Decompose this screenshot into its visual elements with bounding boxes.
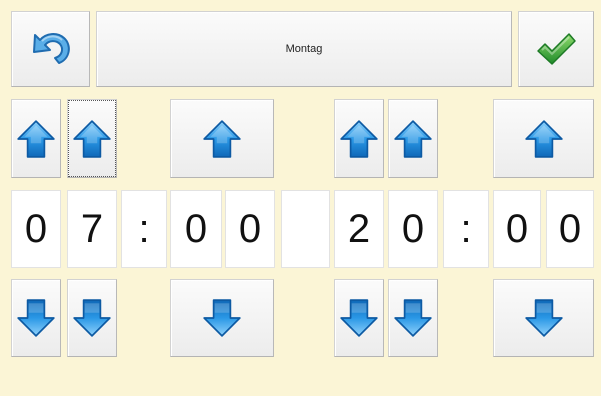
arrow-down-icon — [201, 297, 243, 339]
end-hour-tens-up-button[interactable] — [334, 99, 384, 178]
end-minute-up-button[interactable] — [493, 99, 594, 178]
end-minute-down-button[interactable] — [493, 279, 594, 357]
arrow-down-icon — [15, 297, 57, 339]
start-hour-ones-up-button[interactable] — [67, 99, 117, 178]
arrow-down-icon — [71, 297, 113, 339]
end-hour-ones-up-button[interactable] — [388, 99, 438, 178]
end-hour-ones-down-button[interactable] — [388, 279, 438, 357]
start-hour-tens-down-button[interactable] — [11, 279, 61, 357]
arrow-up-icon — [523, 118, 565, 160]
start-hour-tens-digit: 0 — [11, 190, 61, 268]
day-label: Montag — [285, 43, 323, 55]
arrow-up-icon — [392, 118, 434, 160]
back-button[interactable] — [11, 11, 90, 87]
start-minute-ones-digit: 0 — [225, 190, 275, 268]
arrow-up-icon — [338, 118, 380, 160]
day-title-button[interactable]: Montag — [96, 11, 512, 87]
checkmark-icon — [534, 29, 578, 69]
end-minute-ones-digit: 0 — [546, 190, 594, 268]
end-hour-tens-digit: 2 — [334, 190, 384, 268]
time-range-spacer — [281, 190, 330, 268]
arrow-up-icon — [201, 118, 243, 160]
end-minute-tens-digit: 0 — [493, 190, 541, 268]
start-minute-up-button[interactable] — [170, 99, 274, 178]
start-time-separator: : — [121, 190, 167, 268]
start-minute-down-button[interactable] — [170, 279, 274, 357]
end-hour-ones-digit: 0 — [388, 190, 438, 268]
arrow-up-icon — [71, 118, 113, 160]
arrow-up-icon — [15, 118, 57, 160]
arrow-down-icon — [392, 297, 434, 339]
arrow-down-icon — [338, 297, 380, 339]
confirm-button[interactable] — [518, 11, 594, 87]
start-hour-ones-down-button[interactable] — [67, 279, 117, 357]
arrow-down-icon — [523, 297, 565, 339]
start-minute-tens-digit: 0 — [170, 190, 222, 268]
start-hour-tens-up-button[interactable] — [11, 99, 61, 178]
end-time-separator: : — [443, 190, 489, 268]
end-hour-tens-down-button[interactable] — [334, 279, 384, 357]
undo-arrow-icon — [28, 29, 74, 69]
start-hour-ones-digit: 7 — [67, 190, 117, 268]
